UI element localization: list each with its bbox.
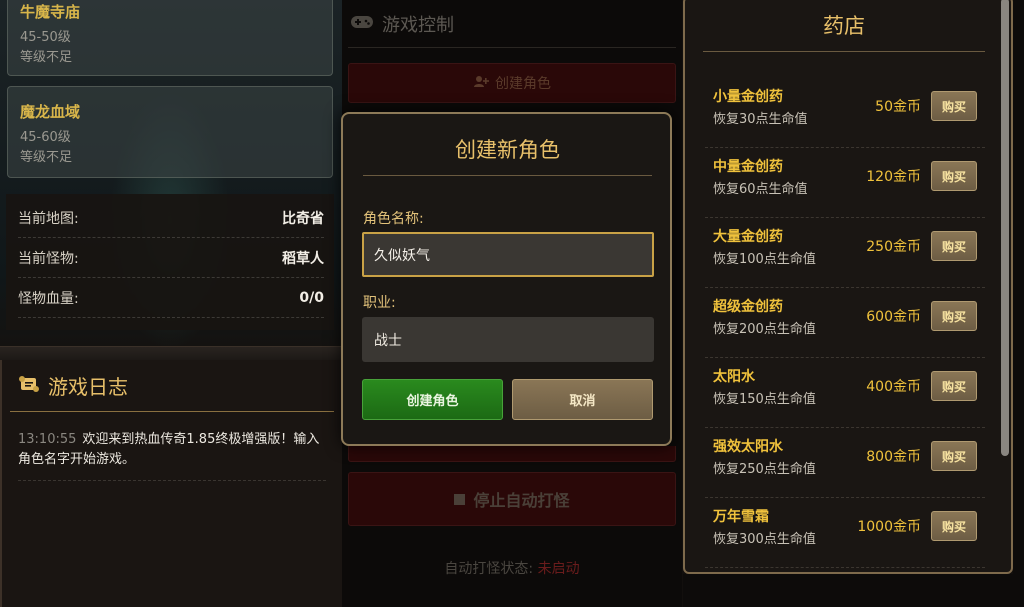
item-price: 1000金币 [857,519,921,535]
role-name-input[interactable] [362,232,654,277]
item-name: 中量金创药 [713,159,783,175]
buy-button[interactable]: 购买 [931,441,977,471]
current-monster-label: 当前怪物: [18,250,79,267]
buy-button[interactable]: 购买 [931,371,977,401]
shop-item: 超级金创药 恢复200点生命值 600金币 购买 [705,288,985,358]
item-price: 250金币 [866,239,921,255]
shop-item: 万年雪霜 恢复300点生命值 1000金币 购买 [705,498,985,568]
scroll-icon [18,375,40,397]
item-price: 400金币 [866,379,921,395]
shop-item: 小量金创药 恢复30点生命值 50金币 购买 [705,78,985,148]
bottom-strip [683,574,1013,607]
create-role-modal: 创建新角色 角色名称: 职业: 战士 创建角色 取消 [341,112,672,446]
item-name: 小量金创药 [713,89,783,105]
gamepad-icon [350,14,374,34]
buy-button[interactable]: 购买 [931,91,977,121]
game-control-title: 游戏控制 [382,14,454,36]
shop-item: 大量金创药 恢复100点生命值 250金币 购买 [705,218,985,288]
add-user-icon [473,75,489,92]
item-desc: 恢复60点生命值 [713,182,808,197]
shop-item: 强效太阳水 恢复250点生命值 800金币 购买 [705,428,985,498]
monster-hp-value: 0/0 [299,289,324,306]
hidden-control-button[interactable] [348,446,676,462]
item-desc: 恢复100点生命值 [713,252,816,267]
map-status: 等级不足 [20,50,73,65]
status-info-panel: 当前地图: 比奇省 当前怪物: 稻草人 怪物血量: 0/0 [6,194,334,330]
map-status: 等级不足 [20,150,73,165]
shop-panel: 药店 小量金创药 恢复30点生命值 50金币 购买 中量金创药 恢复60点生命值… [683,0,1013,574]
role-name-label: 角色名称: [363,211,424,227]
item-desc: 恢复30点生命值 [713,112,808,127]
item-price: 600金币 [866,309,921,325]
map-name: 牛魔寺庙 [20,3,81,21]
create-role-button-bg[interactable]: 创建角色 [348,63,676,103]
stop-auto-label: 停止自动打怪 [473,491,570,510]
game-log-panel: 游戏日志 13:10:55 欢迎来到热血传奇1.85终极增强版！输入角色名字开始游… [0,360,342,607]
shop-item: 中量金创药 恢复60点生命值 120金币 购买 [705,148,985,218]
left-column: 牛魔寺庙 45-50级 等级不足 魔龙血域 45-60级 等级不足 当前地图: … [0,0,342,607]
class-selected-value: 战士 [374,332,402,349]
cancel-button[interactable]: 取消 [512,379,653,420]
map-level: 45-50级 [20,30,71,45]
item-price: 50金币 [875,99,921,115]
map-card-niumo[interactable]: 牛魔寺庙 45-50级 等级不足 [7,0,333,76]
item-name: 太阳水 [713,369,755,385]
auto-status-label: 自动打怪状态: [444,561,534,577]
stop-auto-button[interactable]: 停止自动打怪 [348,472,676,526]
game-log-title: 游戏日志 [48,375,128,399]
monster-hp-row: 怪物血量: 0/0 [18,278,324,318]
item-name: 大量金创药 [713,229,783,245]
auto-status-value: 未启动 [537,561,580,577]
game-log-header: 游戏日志 [10,360,334,412]
log-time: 13:10:55 [18,432,77,447]
current-map-row: 当前地图: 比奇省 [18,198,324,238]
item-price: 800金币 [866,449,921,465]
class-label: 职业: [363,295,396,311]
monster-hp-label: 怪物血量: [18,290,79,307]
create-role-bg-label: 创建角色 [495,76,551,92]
current-map-label: 当前地图: [18,210,79,227]
item-desc: 恢复300点生命值 [713,532,816,547]
stop-square-icon [454,493,466,505]
current-monster-row: 当前怪物: 稻草人 [18,238,324,278]
item-name: 强效太阳水 [713,439,783,455]
buy-button[interactable]: 购买 [931,161,977,191]
item-desc: 恢复250点生命值 [713,462,816,477]
game-control-header: 游戏控制 [348,0,676,48]
map-card-molong[interactable]: 魔龙血域 45-60级 等级不足 [7,86,333,178]
buy-button[interactable]: 购买 [931,231,977,261]
modal-title: 创建新角色 [363,134,652,176]
item-price: 120金币 [866,169,921,185]
shop-item: 太阳水 恢复150点生命值 400金币 购买 [705,358,985,428]
section-divider [0,346,342,360]
log-entry: 13:10:55 欢迎来到热血传奇1.85终极增强版！输入角色名字开始游戏。 [18,430,326,481]
map-name: 魔龙血域 [20,103,81,121]
class-select[interactable]: 战士 [362,317,654,362]
map-level: 45-60级 [20,130,71,145]
shop-title: 药店 [703,0,985,52]
auto-status-line: 自动打怪状态: 未启动 [342,558,682,578]
item-name: 超级金创药 [713,299,783,315]
shop-scrollbar[interactable] [1001,0,1009,456]
item-name: 万年雪霜 [713,509,769,525]
item-desc: 恢复150点生命值 [713,392,816,407]
buy-button[interactable]: 购买 [931,511,977,541]
item-desc: 恢复200点生命值 [713,322,816,337]
current-map-value: 比奇省 [282,210,324,227]
right-edge [1013,0,1024,607]
buy-button[interactable]: 购买 [931,301,977,331]
current-monster-value: 稻草人 [282,250,324,267]
create-role-button[interactable]: 创建角色 [362,379,503,420]
